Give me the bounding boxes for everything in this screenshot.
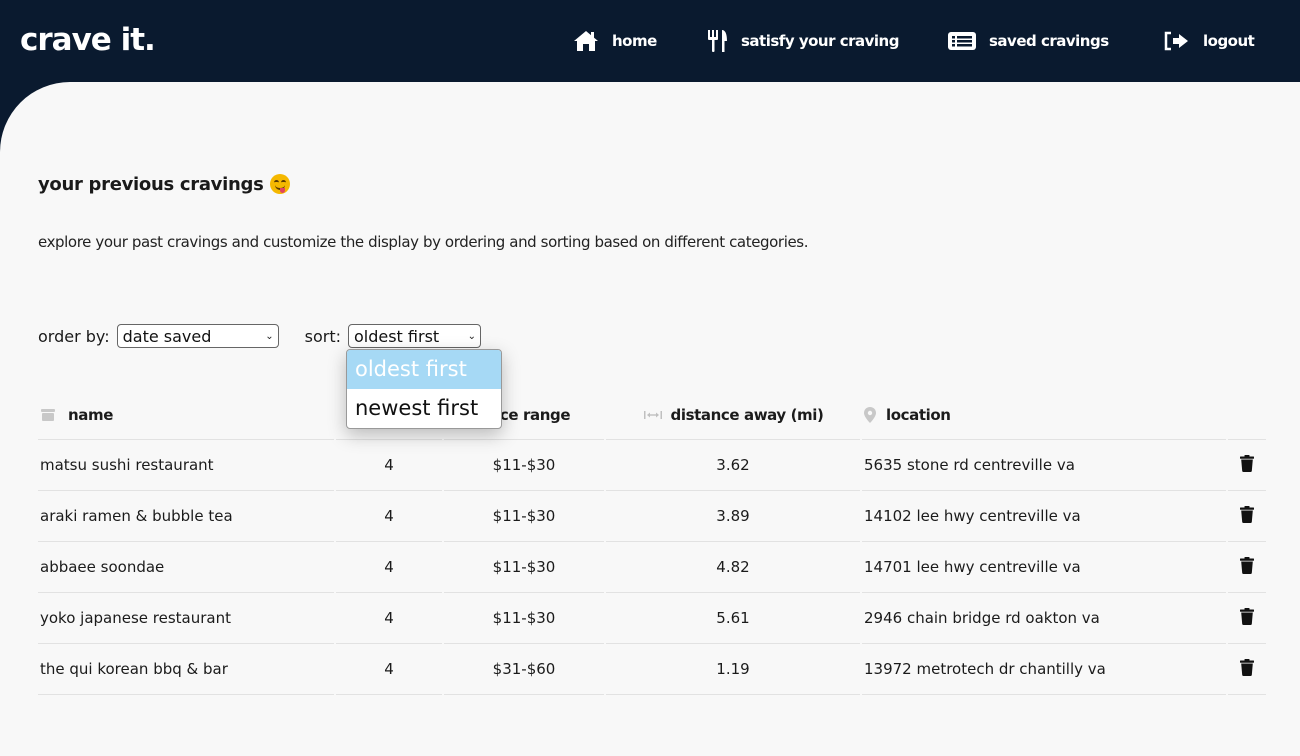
cell-price: $11-$30 xyxy=(444,491,604,542)
cell-distance: 4.82 xyxy=(606,542,860,593)
table-row: the qui korean bbq & bar 4 $31-$60 1.19 … xyxy=(38,644,1266,695)
page-subtitle: explore your past cravings and customize… xyxy=(38,233,809,251)
cell-name: yoko japanese restaurant xyxy=(38,593,334,644)
cell-rating: 4 xyxy=(336,644,442,695)
cell-price: $11-$30 xyxy=(444,593,604,644)
sort-dropdown-menu: oldest first newest first xyxy=(346,349,502,429)
header-distance[interactable]: distance away (mi) xyxy=(606,390,860,440)
trash-icon[interactable] xyxy=(1240,607,1254,629)
logout-icon xyxy=(1163,30,1191,52)
order-by-label: order by: xyxy=(38,326,110,346)
cell-price: $31-$60 xyxy=(444,644,604,695)
delete-cell xyxy=(1228,491,1266,542)
delete-cell xyxy=(1228,644,1266,695)
trash-icon[interactable] xyxy=(1240,505,1254,527)
table-row: abbaee soondae 4 $11-$30 4.82 14701 lee … xyxy=(38,542,1266,593)
header-distance-label: distance away (mi) xyxy=(670,405,824,424)
nav-satisfy-label: satisfy your craving xyxy=(741,32,899,50)
page-title: your previous cravings xyxy=(38,173,290,195)
table-row: araki ramen & bubble tea 4 $11-$30 3.89 … xyxy=(38,491,1266,542)
nav-saved-cravings[interactable]: saved cravings xyxy=(947,28,1109,54)
sort-option-oldest-first[interactable]: oldest first xyxy=(347,350,501,389)
cell-location: 5635 stone rd centreville va xyxy=(862,440,1226,491)
nav-home[interactable]: home xyxy=(572,28,657,54)
delete-cell xyxy=(1228,440,1266,491)
header-location-label: location xyxy=(886,405,951,424)
sort-label: sort: xyxy=(304,326,341,346)
order-by-select[interactable]: date saved ⌄ xyxy=(116,324,279,348)
chevron-down-icon: ⌄ xyxy=(265,330,274,342)
map-pin-icon xyxy=(864,406,876,423)
cell-distance: 5.61 xyxy=(606,593,860,644)
cell-distance: 1.19 xyxy=(606,644,860,695)
table-row: matsu sushi restaurant 4 $11-$30 3.62 56… xyxy=(38,440,1266,491)
cell-rating: 4 xyxy=(336,491,442,542)
trash-icon[interactable] xyxy=(1240,556,1254,578)
home-icon xyxy=(572,29,600,53)
header-delete xyxy=(1228,390,1266,440)
table-row: yoko japanese restaurant 4 $11-$30 5.61 … xyxy=(38,593,1266,644)
nav-home-label: home xyxy=(612,32,657,50)
trash-icon[interactable] xyxy=(1240,658,1254,680)
cell-price: $11-$30 xyxy=(444,542,604,593)
sort-value: oldest first xyxy=(353,326,440,346)
cell-location: 13972 metrotech dr chantilly va xyxy=(862,644,1226,695)
cell-name: araki ramen & bubble tea xyxy=(38,491,334,542)
delete-cell xyxy=(1228,593,1266,644)
nav-logout[interactable]: logout xyxy=(1163,28,1255,54)
trash-icon[interactable] xyxy=(1240,454,1254,476)
sort-select[interactable]: oldest first ⌄ xyxy=(347,324,481,348)
brand-logo[interactable]: crave it. xyxy=(20,22,156,58)
cell-rating: 4 xyxy=(336,593,442,644)
cell-distance: 3.89 xyxy=(606,491,860,542)
order-by-value: date saved xyxy=(122,326,212,346)
nav-logout-label: logout xyxy=(1203,32,1255,50)
header-name[interactable]: name xyxy=(38,390,334,440)
page-title-text: your previous cravings xyxy=(38,174,264,195)
table-header-row: name price range distance away (mi) loca… xyxy=(38,390,1266,440)
cell-name: matsu sushi restaurant xyxy=(38,440,334,491)
cell-rating: 4 xyxy=(336,542,442,593)
sort-option-newest-first[interactable]: newest first xyxy=(347,389,501,428)
cell-location: 2946 chain bridge rd oakton va xyxy=(862,593,1226,644)
cell-location: 14102 lee hwy centreville va xyxy=(862,491,1226,542)
nav-satisfy-your-craving[interactable]: satisfy your craving xyxy=(707,28,899,54)
navbar: crave it. home satisfy your craving save… xyxy=(0,0,1300,82)
list-icon xyxy=(947,30,977,52)
header-location[interactable]: location xyxy=(862,390,1226,440)
header-name-label: name xyxy=(68,405,114,424)
face-savoring-food-emoji xyxy=(269,173,290,194)
cell-name: the qui korean bbq & bar xyxy=(38,644,334,695)
chevron-down-icon: ⌄ xyxy=(467,330,476,342)
cravings-table: name price range distance away (mi) loca… xyxy=(38,390,1266,695)
cell-location: 14701 lee hwy centreville va xyxy=(862,542,1226,593)
delete-cell xyxy=(1228,542,1266,593)
nav-saved-label: saved cravings xyxy=(989,32,1109,50)
store-icon xyxy=(40,408,56,422)
utensils-icon xyxy=(707,29,729,53)
arrows-horizontal-icon xyxy=(643,409,663,421)
cell-rating: 4 xyxy=(336,440,442,491)
cell-distance: 3.62 xyxy=(606,440,860,491)
sort-controls: order by: date saved ⌄ sort: oldest firs… xyxy=(38,324,481,348)
cell-name: abbaee soondae xyxy=(38,542,334,593)
cell-price: $11-$30 xyxy=(444,440,604,491)
